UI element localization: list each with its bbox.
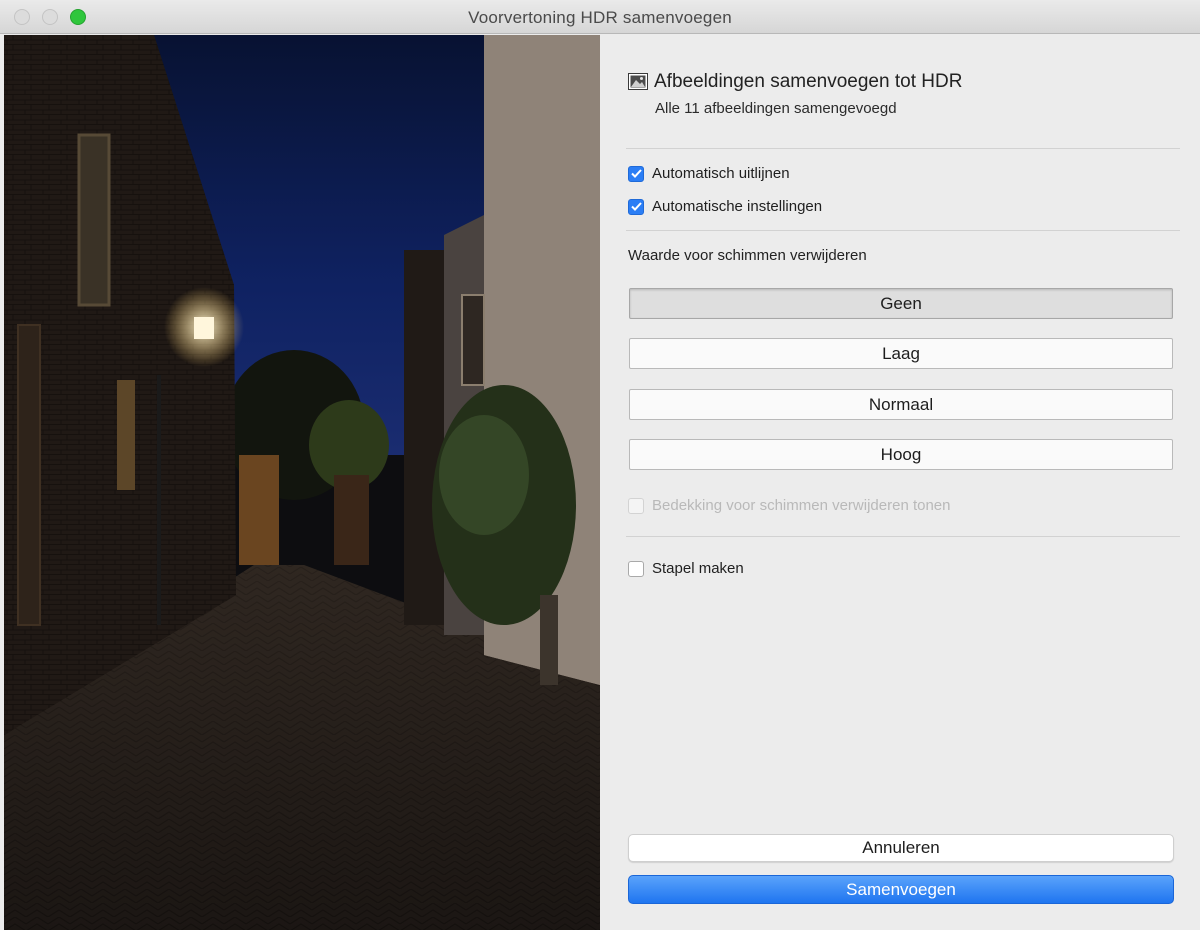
auto-align-option[interactable]: Automatisch uitlijnen (628, 165, 790, 182)
auto-settings-option[interactable]: Automatische instellingen (628, 198, 822, 215)
deghost-overlay-option: Bedekking voor schimmen verwijderen tone… (628, 497, 950, 514)
deghost-overlay-checkbox (628, 497, 644, 514)
merge-status-text: Alle 11 afbeeldingen samengevoegd (655, 100, 897, 117)
divider (626, 536, 1180, 537)
deghost-option-normal[interactable]: Normaal (629, 389, 1173, 420)
merge-button[interactable]: Samenvoegen (628, 875, 1174, 904)
create-stack-option[interactable]: Stapel maken (628, 560, 744, 577)
panel-title: Afbeeldingen samenvoegen tot HDR (654, 71, 963, 92)
window-title: Voorvertoning HDR samenvoegen (468, 8, 732, 27)
create-stack-label: Stapel maken (652, 560, 744, 577)
deghost-option-low[interactable]: Laag (629, 338, 1173, 369)
deghost-label: Waarde voor schimmen verwijderen (628, 247, 867, 264)
auto-align-checkbox[interactable] (628, 165, 644, 182)
deghost-overlay-label: Bedekking voor schimmen verwijderen tone… (652, 497, 951, 514)
checkmark-icon (630, 169, 642, 178)
hdr-preview-image (4, 35, 600, 930)
cancel-button[interactable]: Annuleren (628, 834, 1174, 862)
title-bar: Voorvertoning HDR samenvoegen (0, 0, 1200, 34)
deghost-option-high[interactable]: Hoog (629, 439, 1173, 470)
auto-align-label: Automatisch uitlijnen (652, 165, 790, 182)
auto-settings-label: Automatische instellingen (652, 198, 823, 215)
merge-settings-panel: Afbeeldingen samenvoegen tot HDR Alle 11… (600, 35, 1200, 930)
checkmark-icon (630, 202, 642, 211)
divider (626, 230, 1180, 231)
create-stack-checkbox[interactable] (628, 560, 644, 577)
image-icon (628, 73, 648, 90)
divider (626, 148, 1180, 149)
deghost-option-none[interactable]: Geen (629, 288, 1173, 319)
auto-settings-checkbox[interactable] (628, 198, 644, 215)
